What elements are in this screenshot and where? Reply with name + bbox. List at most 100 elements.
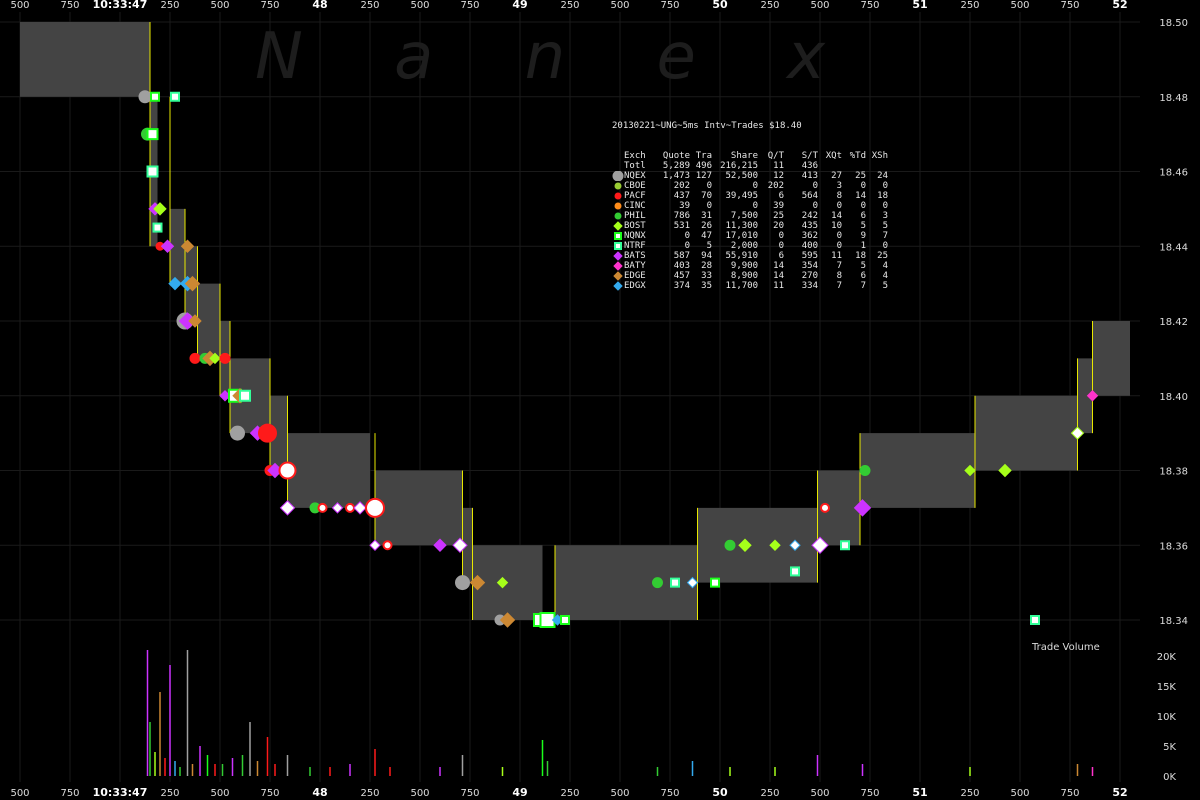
legend-marker-shape bbox=[614, 232, 622, 240]
legend-cell: 436 bbox=[801, 161, 818, 171]
legend-cell: 10 bbox=[831, 221, 842, 231]
legend-cell: 0 bbox=[684, 231, 690, 241]
time-tick-label-bottom: 250 bbox=[160, 788, 179, 799]
legend-cell: 39 bbox=[773, 201, 784, 211]
trade-marker bbox=[1030, 615, 1040, 625]
time-tick-label-top: 250 bbox=[960, 0, 979, 11]
legend-cell: 24 bbox=[877, 171, 888, 181]
price-tick-label: 18.42 bbox=[1159, 317, 1188, 328]
legend-cell: 242 bbox=[801, 211, 818, 221]
legend-cell: 11,700 bbox=[725, 281, 758, 291]
legend-marker-shape bbox=[612, 171, 624, 181]
trade-marker bbox=[840, 540, 850, 551]
legend-cell: NQEX bbox=[624, 171, 646, 181]
legend-cell: 5 bbox=[860, 221, 866, 231]
exchange-legend: 20130221~UNG~5ms Intv~Trades $18.40 Exch… bbox=[612, 101, 888, 301]
volume-tick-label: 20K bbox=[1157, 652, 1177, 663]
legend-cell: 0 bbox=[860, 181, 866, 191]
legend-cell: 70 bbox=[701, 191, 712, 201]
legend-cell: 25 bbox=[855, 171, 866, 181]
time-tick-label-bottom: 250 bbox=[560, 788, 579, 799]
legend-cell: 25 bbox=[877, 251, 888, 261]
legend-marker bbox=[612, 191, 624, 201]
legend-marker-shape bbox=[613, 261, 623, 271]
legend-cell: 413 bbox=[801, 171, 818, 181]
legend-row-edge: EDGE 457 33 8,900 14 270 8 6 4 bbox=[612, 271, 888, 281]
trade-marker bbox=[820, 502, 830, 513]
legend-cell: BATY bbox=[624, 261, 646, 271]
time-tick-label-top: 750 bbox=[860, 0, 879, 11]
legend-cell: 8,900 bbox=[730, 271, 758, 281]
legend-marker bbox=[612, 161, 624, 171]
time-tick-label-bottom: 500 bbox=[410, 788, 429, 799]
legend-marker-shape bbox=[613, 271, 623, 281]
time-tick-label-bottom: 49 bbox=[512, 786, 527, 799]
volume-tick-label: 15K bbox=[1157, 682, 1177, 693]
legend-cell: 0 bbox=[882, 181, 888, 191]
time-tick-label-bottom: 10:33:47 bbox=[93, 786, 148, 799]
time-tick-label-bottom: 500 bbox=[210, 788, 229, 799]
legend-cell: 47 bbox=[701, 231, 712, 241]
legend-cell: 9,900 bbox=[730, 261, 758, 271]
legend-row-nqnx: NQNX 0 47 17,010 0 362 0 9 7 bbox=[612, 231, 888, 241]
legend-cell: 11 bbox=[831, 251, 842, 261]
grid bbox=[0, 12, 1140, 782]
price-tick-label: 18.44 bbox=[1159, 242, 1188, 253]
legend-cell: 457 bbox=[673, 271, 690, 281]
price-tick-label: 18.50 bbox=[1159, 18, 1188, 29]
quote-band bbox=[975, 395, 1078, 471]
legend-row-baty: BATY 403 28 9,900 14 354 7 5 4 bbox=[612, 261, 888, 271]
legend-marker bbox=[612, 221, 624, 231]
legend-cell: Tra bbox=[695, 151, 712, 161]
trade-marker bbox=[652, 577, 663, 589]
trade-marker bbox=[138, 90, 152, 104]
legend-cell: S/T bbox=[801, 151, 818, 161]
legend-cell: 1 bbox=[860, 241, 866, 251]
time-tick-label-top: 250 bbox=[760, 0, 779, 11]
legend-cell: 33 bbox=[701, 271, 712, 281]
quote-band bbox=[287, 433, 370, 508]
legend-row-ntrf: NTRF 0 5 2,000 0 400 0 1 0 bbox=[612, 241, 888, 251]
legend-cell: 11 bbox=[773, 161, 784, 171]
time-tick-label-top: 750 bbox=[1060, 0, 1079, 11]
legend-cell: 496 bbox=[695, 161, 712, 171]
legend-cell: 14 bbox=[855, 191, 866, 201]
trade-marker bbox=[670, 577, 680, 588]
time-tick-label-top: 750 bbox=[460, 0, 479, 11]
legend-cell: 28 bbox=[701, 261, 712, 271]
legend-cell: 202 bbox=[767, 181, 784, 191]
legend-marker-shape bbox=[613, 251, 623, 261]
legend-cell: 3 bbox=[836, 181, 842, 191]
legend-cell: 0 bbox=[752, 181, 758, 191]
volume-axis-title: Trade Volume bbox=[1032, 642, 1100, 653]
legend-marker bbox=[612, 181, 624, 191]
legend-cell: EDGE bbox=[624, 271, 646, 281]
trade-marker bbox=[365, 497, 385, 518]
quote-band bbox=[860, 433, 975, 508]
legend-cell: 0 bbox=[836, 231, 842, 241]
legend-marker bbox=[612, 251, 624, 261]
time-tick-label-top: 750 bbox=[60, 0, 79, 11]
legend-cell: 0 bbox=[882, 201, 888, 211]
legend-cell: 17,010 bbox=[725, 231, 758, 241]
watermark: N a n e x bbox=[255, 20, 826, 94]
legend-row-cboe: CBOE 202 0 0 202 0 3 0 0 bbox=[612, 181, 888, 191]
legend-cell: 5 bbox=[882, 221, 888, 231]
volume-tick-label: 5K bbox=[1163, 742, 1176, 753]
legend-cell: 55,910 bbox=[725, 251, 758, 261]
time-tick-label-top: 750 bbox=[260, 0, 279, 11]
legend-cell: 7 bbox=[836, 281, 842, 291]
legend-cell: 0 bbox=[778, 241, 784, 251]
time-tick-label-bottom: 750 bbox=[860, 788, 879, 799]
time-tick-label-top: 500 bbox=[1010, 0, 1029, 11]
legend-cell: 9 bbox=[860, 231, 866, 241]
legend-cell: 11 bbox=[773, 281, 784, 291]
trade-marker bbox=[230, 425, 245, 441]
legend-cell: 8 bbox=[836, 271, 842, 281]
legend-table: Exch Quote Tra Share Q/T S/T XQt %Td XSh Totl 5,28… bbox=[612, 151, 888, 291]
legend-cell: %Td bbox=[849, 151, 866, 161]
time-tick-label-bottom: 250 bbox=[360, 788, 379, 799]
legend-cell: 5 bbox=[706, 241, 712, 251]
legend-cell: PACF bbox=[624, 191, 646, 201]
legend-cell: 595 bbox=[801, 251, 818, 261]
